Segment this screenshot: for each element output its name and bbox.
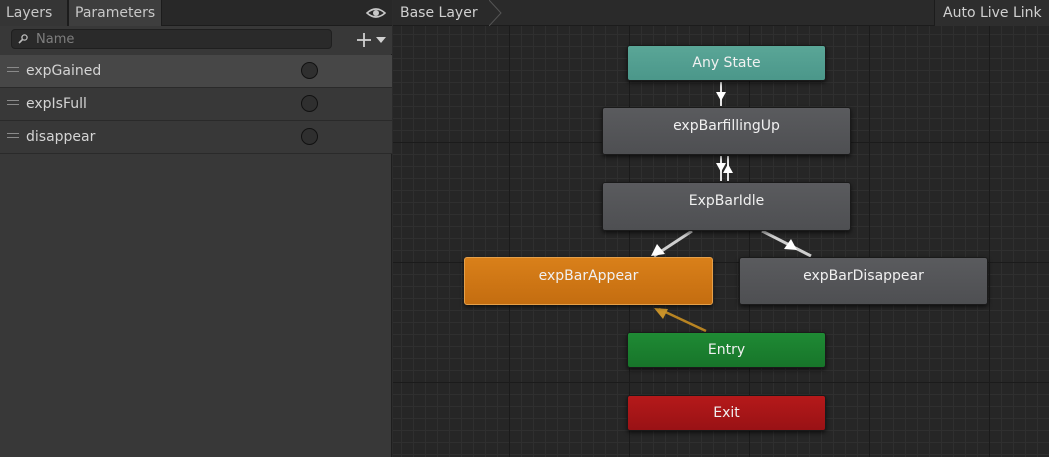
search-field[interactable] bbox=[11, 29, 332, 49]
parameter-name[interactable]: expIsFull bbox=[26, 88, 87, 121]
drag-handle-icon[interactable] bbox=[7, 100, 19, 106]
state-exit[interactable]: Exit bbox=[627, 395, 826, 431]
tab-parameters[interactable]: Parameters bbox=[68, 0, 162, 26]
search-input[interactable] bbox=[36, 30, 326, 48]
parameters-list: expGained expIsFull disappear bbox=[0, 55, 392, 154]
parameter-name[interactable]: disappear bbox=[26, 121, 95, 154]
parameter-row[interactable]: disappear bbox=[0, 121, 392, 154]
state-expbarfillingup[interactable]: expBarfillingUp bbox=[602, 107, 851, 155]
panel-tab-bar: Layers Parameters bbox=[0, 0, 392, 26]
transition-any-to-filling[interactable] bbox=[716, 82, 726, 106]
state-entry[interactable]: Entry bbox=[627, 332, 826, 368]
graph-toolbar: Base Layer Auto Live Link bbox=[393, 0, 1049, 26]
state-expbardisappear[interactable]: expBarDisappear bbox=[739, 257, 988, 305]
plus-icon bbox=[357, 33, 371, 47]
parameter-row[interactable]: expIsFull bbox=[0, 88, 392, 121]
parameter-row[interactable]: expGained bbox=[0, 55, 392, 88]
auto-live-link-button[interactable]: Auto Live Link bbox=[934, 0, 1049, 26]
parameter-name[interactable]: expGained bbox=[26, 55, 101, 88]
chevron-down-icon bbox=[376, 37, 386, 43]
breadcrumb-chevron-icon bbox=[489, 0, 502, 26]
transition-filling-to-idle[interactable] bbox=[716, 156, 733, 181]
transition-idle-to-disappear[interactable] bbox=[761, 229, 812, 258]
breadcrumb-base-layer[interactable]: Base Layer bbox=[400, 0, 478, 26]
trigger-toggle[interactable] bbox=[301, 128, 318, 145]
animator-left-panel: Layers Parameters expGained bbox=[0, 0, 392, 457]
drag-handle-icon[interactable] bbox=[7, 133, 19, 139]
parameter-search-row bbox=[0, 26, 392, 54]
search-icon bbox=[18, 34, 28, 44]
tab-layers[interactable]: Layers bbox=[0, 0, 68, 26]
drag-handle-icon[interactable] bbox=[7, 67, 19, 73]
add-parameter-button[interactable] bbox=[354, 29, 390, 51]
transition-entry-to-appear[interactable] bbox=[654, 307, 707, 333]
state-expbarappear[interactable]: expBarAppear bbox=[464, 257, 713, 305]
trigger-toggle[interactable] bbox=[301, 95, 318, 112]
state-expbaridle[interactable]: ExpBarIdle bbox=[602, 182, 851, 231]
transition-idle-to-appear[interactable] bbox=[651, 229, 693, 258]
breadcrumb[interactable]: Base Layer bbox=[393, 0, 503, 26]
state-any-state[interactable]: Any State bbox=[627, 45, 826, 81]
trigger-toggle[interactable] bbox=[301, 62, 318, 79]
eye-icon[interactable] bbox=[366, 5, 386, 21]
